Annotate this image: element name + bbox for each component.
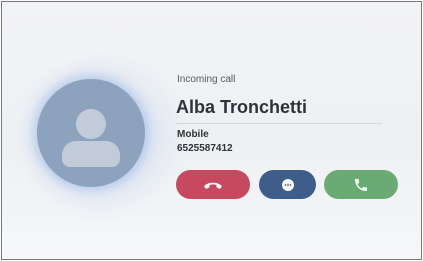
- divider: [176, 123, 382, 124]
- call-status: Incoming call: [177, 74, 236, 85]
- phone-icon: [353, 177, 369, 193]
- person-icon-body: [62, 141, 120, 167]
- decline-button[interactable]: [176, 170, 250, 199]
- incoming-call-screen: Incoming call Alba Tronchetti Mobile 652…: [1, 1, 422, 260]
- hang-up-icon: [203, 179, 223, 191]
- message-button[interactable]: [259, 170, 316, 199]
- caller-avatar: [37, 79, 145, 187]
- caller-name: Alba Tronchetti: [176, 97, 308, 117]
- message-icon: [281, 178, 295, 192]
- phone-number: 6525587412: [177, 143, 233, 154]
- phone-type: Mobile: [177, 129, 209, 140]
- accept-button[interactable]: [324, 170, 398, 199]
- person-icon-head: [76, 109, 106, 139]
